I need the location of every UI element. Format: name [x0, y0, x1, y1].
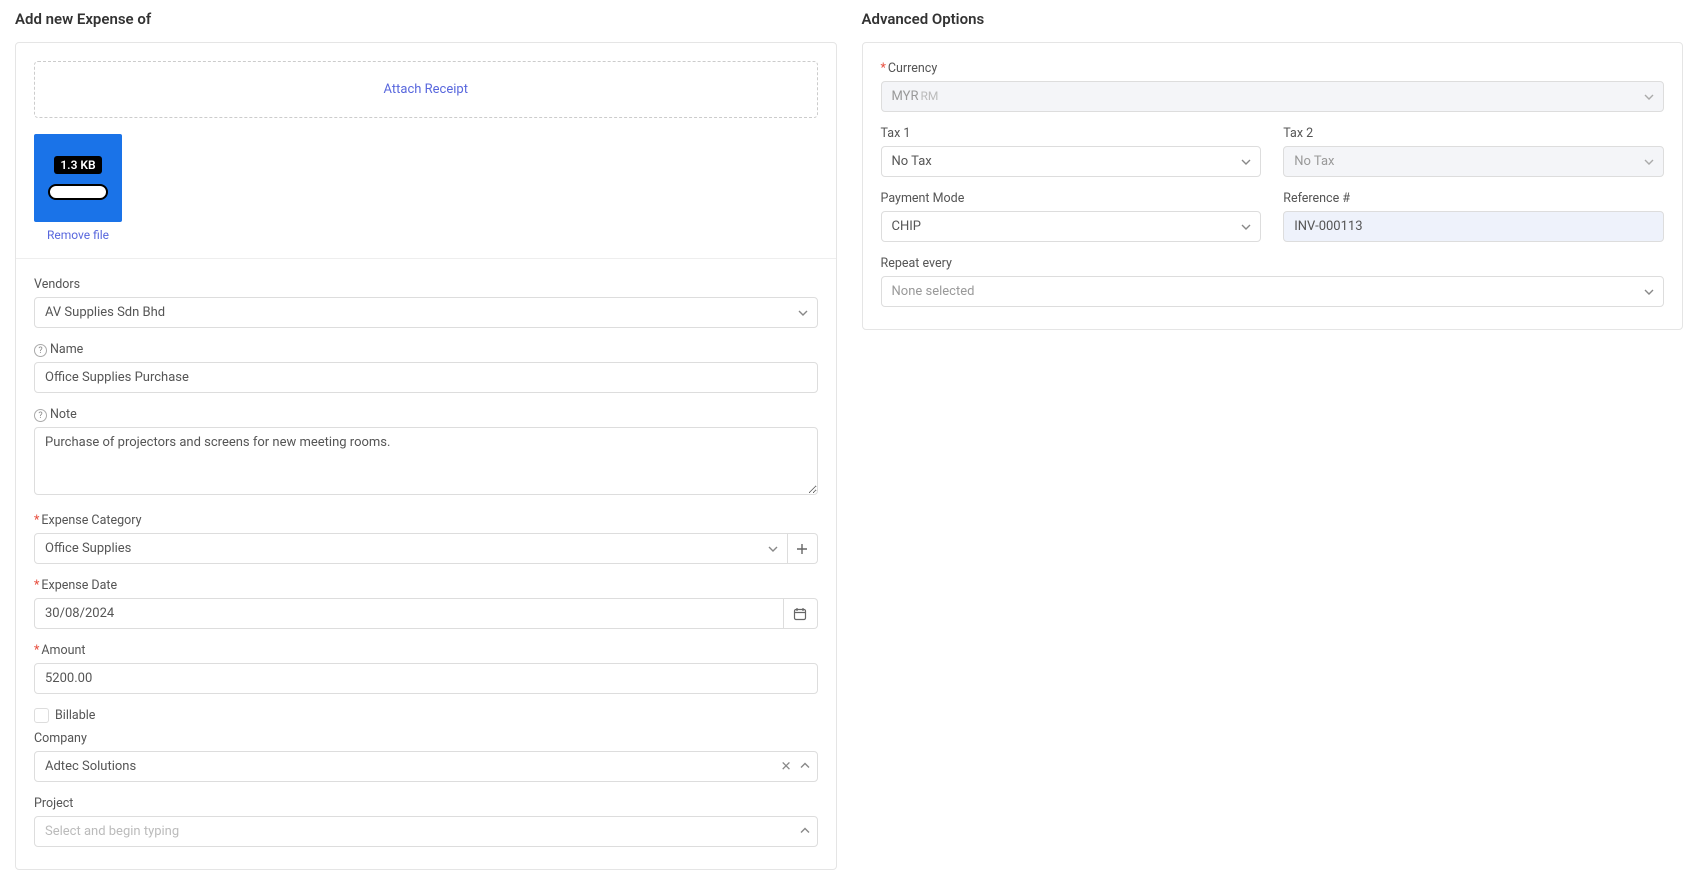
tax2-select[interactable]: No Tax [1283, 146, 1664, 177]
attach-receipt-link[interactable]: Attach Receipt [384, 82, 468, 97]
name-label: ?Name [34, 342, 818, 357]
thumbnail-preview-shape [48, 184, 108, 200]
required-star: * [34, 643, 39, 658]
reference-input[interactable] [1283, 211, 1664, 242]
calendar-button[interactable] [784, 598, 818, 629]
tax1-select[interactable]: No Tax [881, 146, 1262, 177]
note-label: ?Note [34, 407, 818, 422]
remove-file-link[interactable]: Remove file [47, 228, 109, 242]
required-star: * [34, 513, 39, 528]
chevron-up-icon [800, 760, 810, 773]
calendar-icon [793, 607, 807, 621]
category-select[interactable]: Office Supplies [34, 533, 788, 564]
note-textarea[interactable]: Purchase of projectors and screens for n… [34, 427, 818, 495]
company-select[interactable]: Adtec Solutions [34, 751, 818, 782]
payment-mode-select[interactable]: CHIP [881, 211, 1262, 242]
tax1-label: Tax 1 [881, 126, 1262, 141]
help-icon: ? [34, 344, 47, 357]
project-label: Project [34, 796, 818, 811]
category-label: *Expense Category [34, 513, 818, 528]
reference-label: Reference # [1283, 191, 1664, 206]
billable-label: Billable [55, 708, 95, 723]
amount-label: *Amount [34, 643, 818, 658]
payment-mode-label: Payment Mode [881, 191, 1262, 206]
add-category-button[interactable] [788, 533, 818, 564]
page-title: Add new Expense of [15, 10, 837, 28]
vendors-select[interactable]: AV Supplies Sdn Bhd [34, 297, 818, 328]
repeat-label: Repeat every [881, 256, 1665, 271]
currency-select[interactable]: MYRRM [881, 81, 1665, 112]
receipt-thumbnail[interactable]: 1.3 KB [34, 134, 122, 222]
required-star: * [881, 61, 886, 76]
plus-icon [796, 543, 808, 555]
vendors-label: Vendors [34, 277, 818, 292]
billable-checkbox[interactable] [34, 708, 49, 723]
date-input[interactable] [34, 598, 784, 629]
date-label: *Expense Date [34, 578, 818, 593]
company-label: Company [34, 731, 818, 746]
tax2-label: Tax 2 [1283, 126, 1664, 141]
required-star: * [34, 578, 39, 593]
amount-input[interactable] [34, 663, 818, 694]
help-icon: ? [34, 409, 47, 422]
attach-receipt-dropzone[interactable]: Attach Receipt [34, 61, 818, 118]
file-size-badge: 1.3 KB [54, 156, 101, 174]
name-input[interactable] [34, 362, 818, 393]
chevron-up-icon [800, 825, 810, 838]
advanced-options-title: Advanced Options [862, 10, 1684, 28]
project-select[interactable] [34, 816, 818, 847]
currency-label: *Currency [881, 61, 1665, 76]
clear-company-button[interactable]: ✕ [781, 760, 792, 773]
repeat-select[interactable]: None selected [881, 276, 1665, 307]
